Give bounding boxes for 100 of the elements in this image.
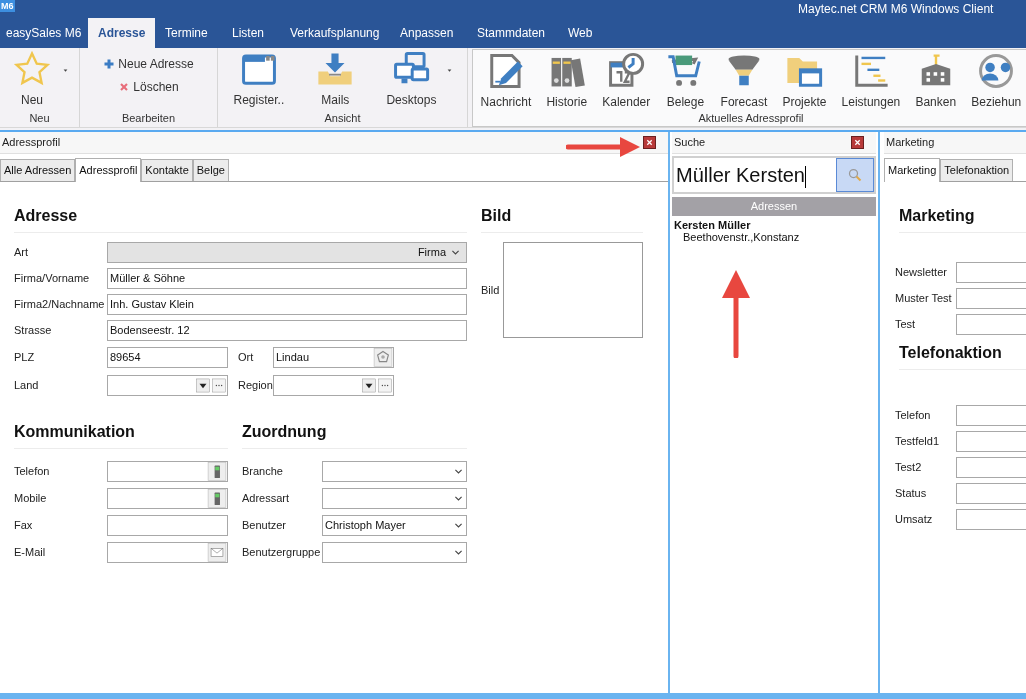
- panel-tab[interactable]: Kontakte: [141, 159, 193, 181]
- ellipsis-icon: [378, 378, 392, 393]
- input-field[interactable]: [107, 542, 228, 563]
- ribbon-button[interactable]: Register..: [231, 50, 287, 109]
- field-label: Strasse: [14, 323, 53, 339]
- field-label: Testfeld1: [895, 434, 941, 450]
- input-field[interactable]: Inh. Gustav Klein: [107, 294, 467, 315]
- caret-icon[interactable]: [62, 68, 69, 73]
- ribbon-tab[interactable]: Anpassen: [400, 18, 454, 48]
- field-label: Region: [238, 378, 273, 394]
- field-label: Benutzergruppe: [242, 545, 322, 561]
- search-button[interactable]: [836, 158, 874, 192]
- ribbon-button[interactable]: Banken: [913, 52, 959, 111]
- input-field[interactable]: [956, 431, 1026, 452]
- panel-title: Suche: [674, 135, 706, 151]
- input-field[interactable]: [956, 457, 1026, 478]
- close-icon: [646, 139, 653, 146]
- section-heading: Kommunikation: [14, 423, 135, 440]
- input-field[interactable]: [107, 488, 228, 509]
- field-label: Firma2/Nachname: [14, 297, 106, 313]
- ribbon-button[interactable]: Kalender: [600, 52, 653, 111]
- input-field[interactable]: 89654: [107, 347, 228, 368]
- panel-tab[interactable]: Marketing: [884, 158, 941, 182]
- field-label: Test2: [895, 460, 923, 476]
- group-label: Neu: [28, 111, 51, 126]
- panel-tab[interactable]: Belge: [192, 159, 229, 181]
- panel-tab[interactable]: Telefonaktion: [940, 159, 1014, 181]
- ribbon-tab[interactable]: Adresse: [88, 18, 156, 48]
- field-label: Ort: [238, 350, 255, 366]
- result-name[interactable]: Kersten Müller: [674, 219, 751, 231]
- input-field[interactable]: [107, 375, 228, 396]
- input-field[interactable]: Bodenseestr. 12: [107, 320, 467, 341]
- app-logo: M6: [0, 0, 15, 12]
- close-button[interactable]: [851, 136, 864, 149]
- field-label: Adressart: [242, 491, 291, 507]
- section-heading: Marketing: [899, 207, 975, 224]
- input-field[interactable]: [956, 405, 1026, 426]
- panel-tab[interactable]: Alle Adressen: [0, 159, 76, 181]
- section-heading: Telefonaktion: [899, 344, 1002, 361]
- dropdown-field[interactable]: Firma: [107, 242, 467, 263]
- ribbon-tab[interactable]: Verkaufsplanung: [290, 18, 380, 48]
- ribbon-tab[interactable]: Web: [568, 18, 593, 48]
- phone-icon: [207, 462, 227, 481]
- ribbon-button[interactable]: Beziehun: [969, 52, 1024, 111]
- ribbon-tab[interactable]: easySales M6: [6, 18, 82, 48]
- results-header: Adressen: [672, 197, 876, 216]
- ribbon-button[interactable]: Mails: [313, 50, 358, 109]
- input-field[interactable]: [107, 515, 228, 536]
- section-heading: Adresse: [14, 207, 78, 224]
- dropdown-field[interactable]: [322, 461, 467, 482]
- input-field[interactable]: [956, 262, 1026, 283]
- ribbon-button[interactable]: Neue Adresse: [103, 55, 194, 73]
- chevron-icon: [454, 548, 463, 557]
- input-field[interactable]: [107, 461, 228, 482]
- chevron-icon: [454, 494, 463, 503]
- ribbon-tab[interactable]: Listen: [232, 18, 265, 48]
- search-icon: [847, 167, 863, 183]
- caret-icon[interactable]: [446, 68, 454, 73]
- field-label: Mobile: [14, 491, 48, 507]
- phone-icon: [207, 489, 227, 508]
- field-label: Branche: [242, 464, 284, 480]
- envelope-icon: [207, 543, 227, 562]
- field-label: Art: [14, 245, 30, 261]
- calendar-icon: [606, 52, 647, 90]
- ribbon-button[interactable]: Leistungen: [839, 52, 903, 111]
- close-button[interactable]: [643, 136, 656, 149]
- ribbon-button[interactable]: Neu: [10, 50, 54, 109]
- ribbon-button[interactable]: Belege: [663, 52, 708, 111]
- ribbon-tab[interactable]: Stammdaten: [477, 18, 546, 48]
- dropdown-field[interactable]: [322, 488, 467, 509]
- input-field[interactable]: [956, 483, 1026, 504]
- field-label: Fax: [14, 518, 34, 534]
- field-label: Telefon: [895, 408, 932, 424]
- field-label: Muster Test: [895, 291, 953, 307]
- chevron-icon: [454, 521, 463, 530]
- group-label: Bearbeiten: [120, 111, 177, 126]
- panel-tab[interactable]: Adressprofil: [75, 158, 142, 182]
- window-title: Maytec.net CRM M6 Windows Client: [798, 2, 994, 16]
- input-field[interactable]: [956, 314, 1026, 335]
- field-label: Status: [895, 486, 928, 502]
- input-field[interactable]: [956, 509, 1026, 530]
- ribbon-button[interactable]: Projekte: [780, 52, 829, 111]
- search-field[interactable]: Müller Kersten: [672, 156, 876, 194]
- group-label: Aktuelles Adressprofil: [697, 111, 805, 126]
- dropdown-field[interactable]: Christoph Mayer: [322, 515, 467, 536]
- ribbon-button[interactable]: Desktops: [384, 50, 439, 109]
- delete-icon: [118, 81, 131, 93]
- ribbon-button[interactable]: Nachricht: [478, 52, 534, 111]
- input-field[interactable]: [273, 375, 394, 396]
- section-heading: Bild: [481, 207, 512, 224]
- dropdown-field[interactable]: [322, 542, 467, 563]
- ribbon-button[interactable]: Forecast: [718, 52, 770, 111]
- input-field[interactable]: Lindau: [273, 347, 394, 368]
- ribbon-button[interactable]: Historie: [544, 52, 590, 111]
- input-field[interactable]: [956, 288, 1026, 309]
- field-label: Telefon: [14, 464, 51, 480]
- input-field[interactable]: Müller & Söhne: [107, 268, 467, 289]
- ribbon-button[interactable]: Löschen: [118, 78, 179, 96]
- chevron-icon: [451, 248, 460, 257]
- ribbon-tab[interactable]: Termine: [165, 18, 208, 48]
